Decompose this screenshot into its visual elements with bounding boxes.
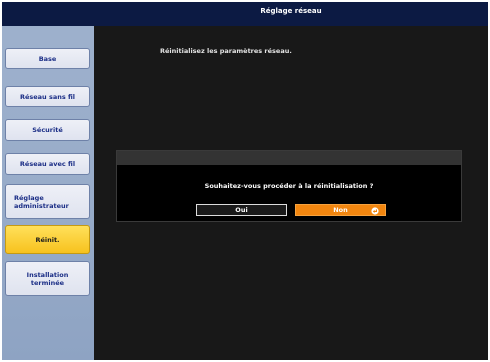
sidebar-item-label: Réinit.	[35, 235, 60, 244]
sidebar-item-wireless-network[interactable]: Réseau sans fil	[5, 86, 90, 107]
sidebar-item-wired-network[interactable]: Réseau avec fil	[5, 153, 90, 175]
sidebar-item-base[interactable]: Base	[5, 48, 90, 69]
sidebar-item-label: Sécurité	[32, 126, 63, 134]
main-panel: Réglage réseau Réinitialisez les paramèt…	[94, 2, 488, 360]
page-title: Réglage réseau	[260, 7, 322, 15]
sidebar-item-label: Base	[38, 54, 57, 63]
sidebar-item-label-line1: Installation	[26, 270, 69, 279]
sidebar: Base Réseau sans fil Sécurité Réseau ave…	[2, 2, 94, 360]
instruction-text: Réinitialisez les paramètres réseau.	[160, 47, 292, 55]
yes-button[interactable]: Oui	[196, 204, 287, 216]
sidebar-item-reset[interactable]: Réinit.	[5, 225, 90, 254]
sidebar-item-label: Réseau sans fil	[19, 92, 76, 101]
no-button-label: Non	[333, 206, 348, 214]
no-button[interactable]: Non	[295, 204, 386, 216]
dialog-question: Souhaitez-vous procéder à la réinitialis…	[204, 182, 374, 190]
dialog-header-bar	[117, 151, 461, 165]
sidebar-item-label-line2: terminée	[30, 278, 65, 287]
sidebar-item-label: Réseau avec fil	[19, 160, 76, 168]
enter-icon	[371, 207, 379, 215]
sidebar-item-installation-complete[interactable]: Installation terminée	[5, 261, 90, 296]
sidebar-item-security[interactable]: Sécurité	[5, 119, 90, 141]
yes-button-label: Oui	[235, 206, 248, 214]
title-bar: Réglage réseau	[94, 2, 488, 26]
reset-confirmation-dialog: Souhaitez-vous procéder à la réinitialis…	[116, 150, 462, 222]
sidebar-item-label-line2: administrateur	[14, 201, 69, 210]
projector-network-settings-screen: Base Réseau sans fil Sécurité Réseau ave…	[0, 0, 490, 362]
sidebar-item-label-line1: Réglage	[14, 193, 44, 202]
sidebar-header-bar	[2, 2, 94, 26]
sidebar-item-admin-settings[interactable]: Réglage administrateur	[5, 184, 90, 219]
